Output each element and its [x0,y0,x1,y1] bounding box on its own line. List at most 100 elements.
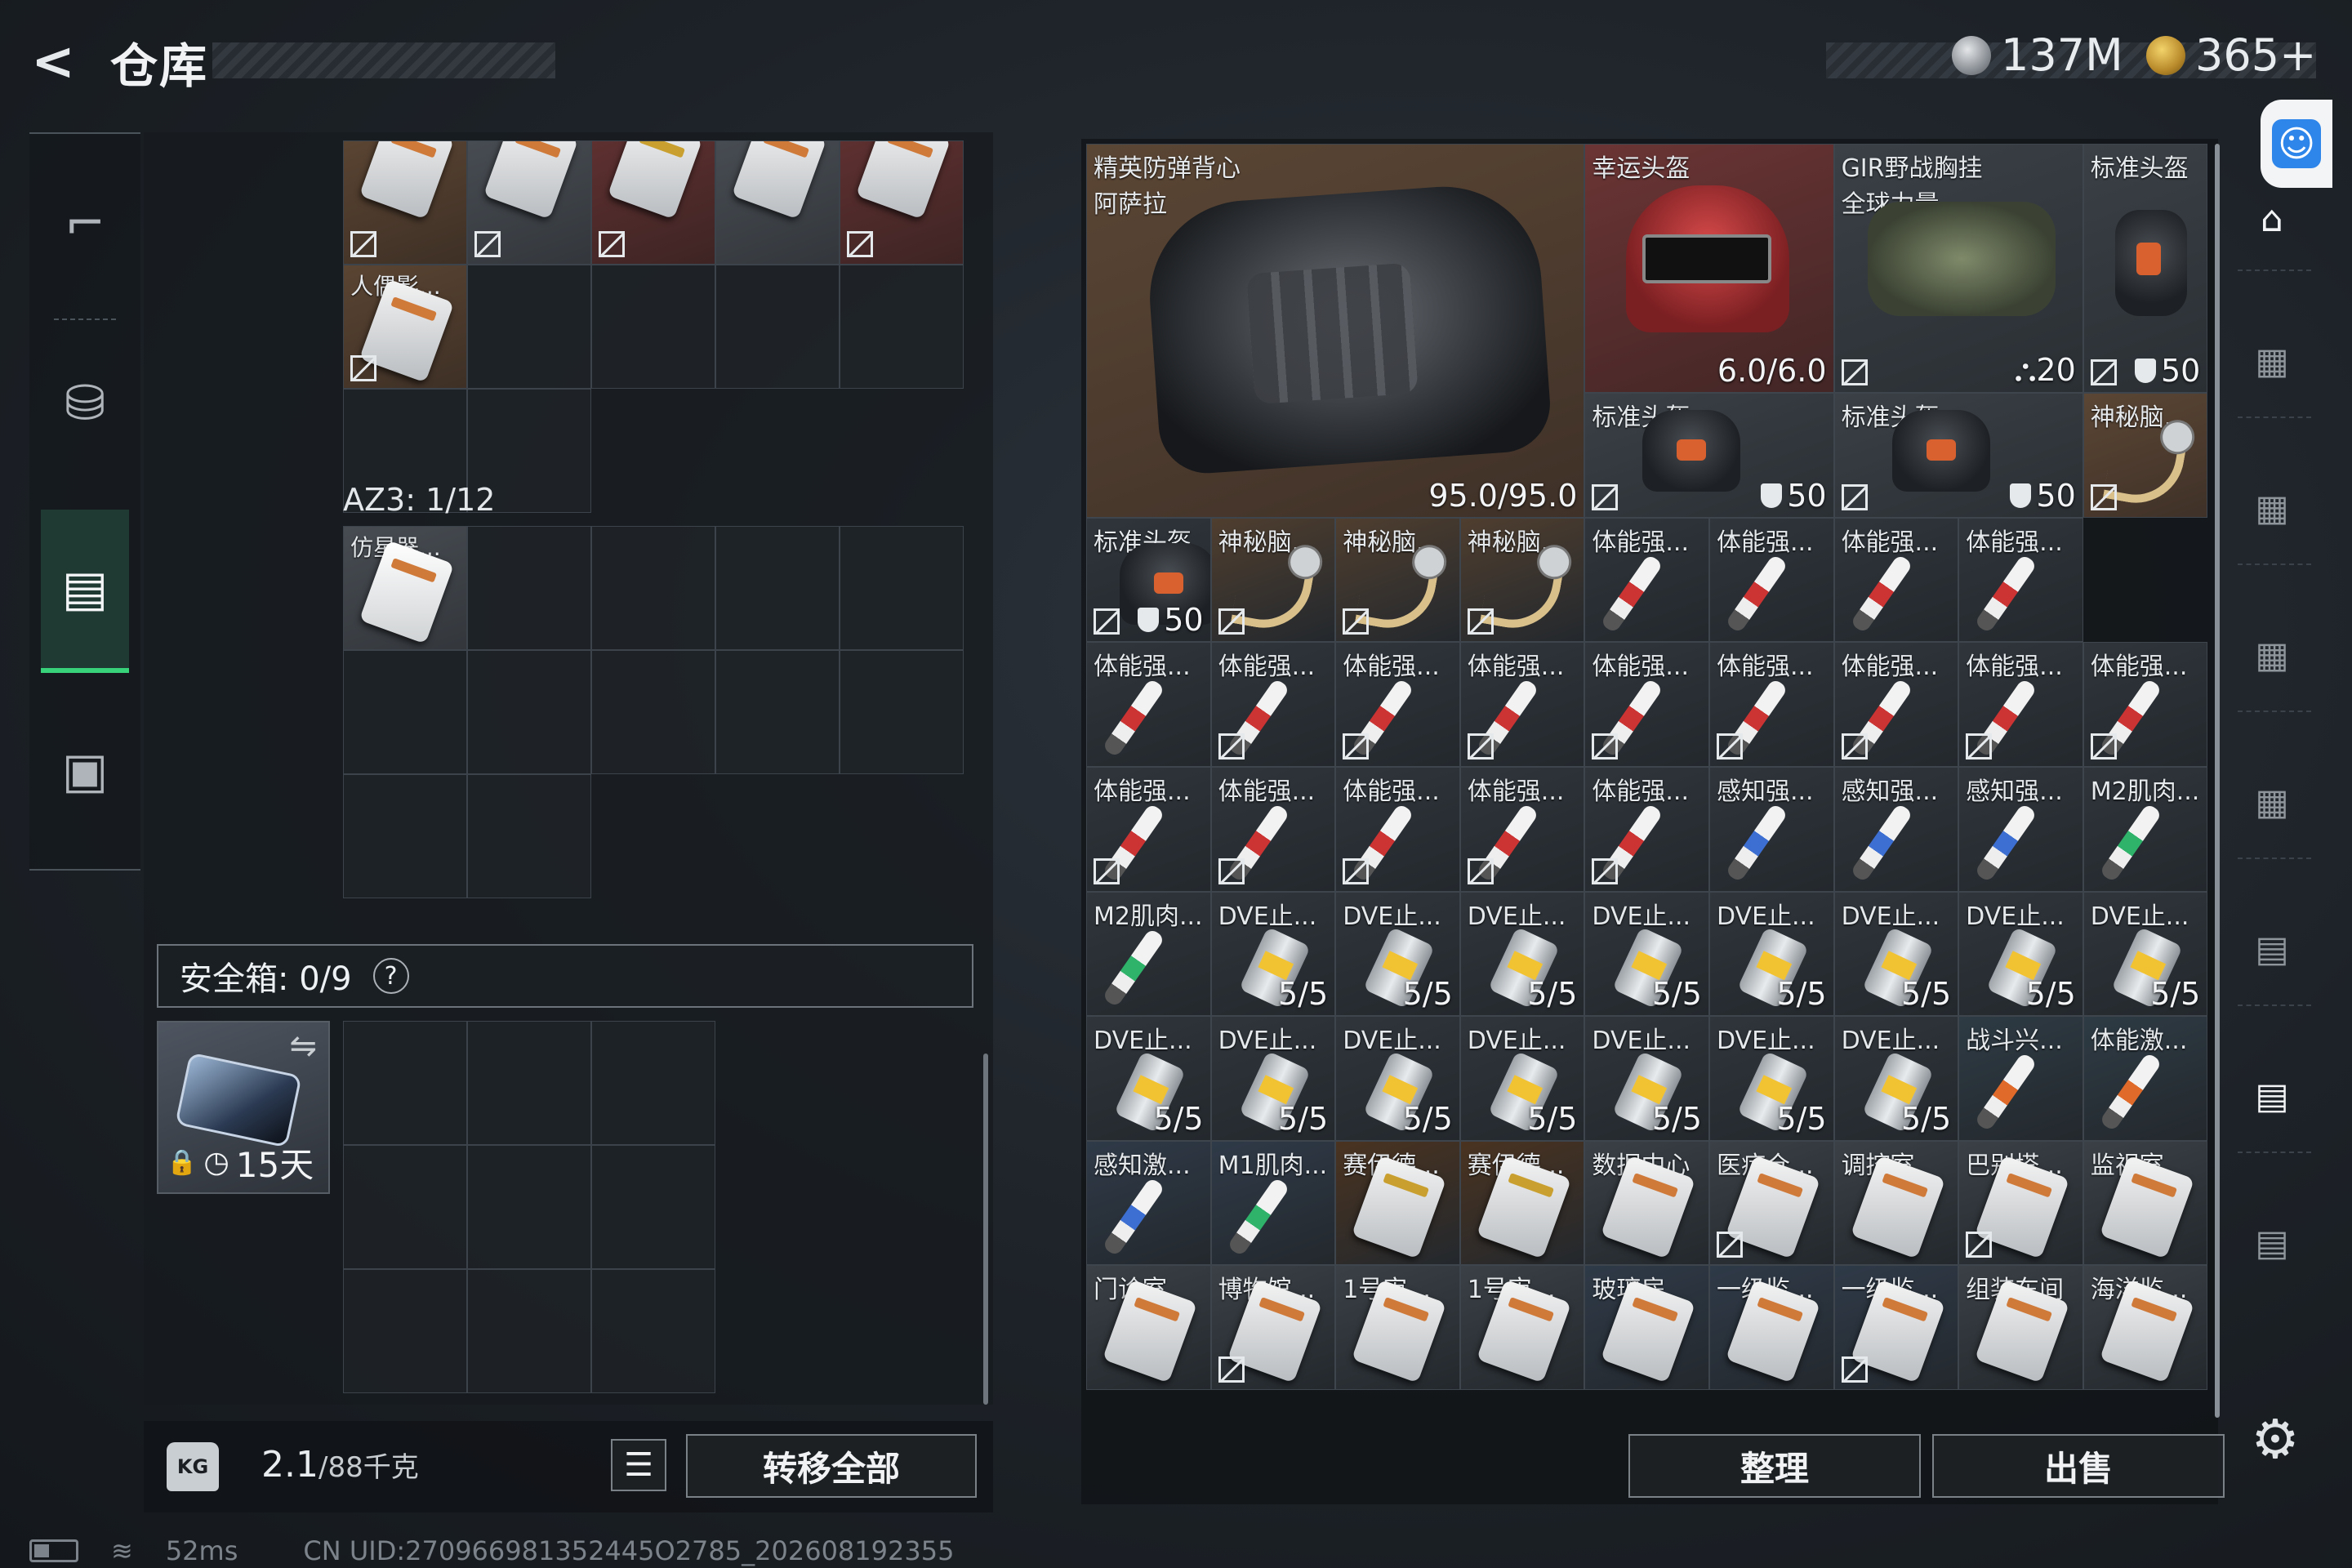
inventory-item[interactable]: 体能强... [1210,642,1336,767]
item-chest-rig[interactable]: GIR野战胸挂 全球力量 ⛬20 [1833,144,2083,394]
inventory-item[interactable]: DVE止... 5/5 [1708,1016,1834,1141]
inventory-item[interactable]: 1号审... [1335,1265,1460,1390]
inventory-item[interactable]: 赛伊德... [1459,1140,1585,1266]
inventory-item[interactable]: M2肌肉... [1086,891,1211,1017]
grid-cell[interactable] [343,1269,467,1393]
inventory-item[interactable]: 体能强... [1958,642,2083,767]
inventory-item[interactable]: 体能强... [1833,517,1959,643]
inventory-item[interactable]: 体能强... [1958,517,2083,643]
grid-cell[interactable] [715,265,840,389]
inventory-item[interactable]: 海洋监... [2082,1265,2208,1390]
inventory-item[interactable]: DVE止... 5/5 [1210,1016,1336,1141]
grid-cell[interactable] [715,650,840,774]
inventory-item[interactable]: 体能强... [1584,766,1709,892]
inventory-item[interactable]: 神秘脑... [1210,517,1336,643]
inventory-item[interactable]: DVE止... 5/5 [1833,1016,1959,1141]
inventory-item[interactable]: 一级监... [1708,1265,1834,1390]
nav-backpack[interactable]: ⛁ [41,322,129,485]
sell-button[interactable]: 出售 [1932,1434,2225,1498]
grid-cell[interactable] [591,650,715,774]
grid-item[interactable]: 仿星器... [343,526,467,650]
grid-cell[interactable] [343,1145,467,1269]
inventory-item[interactable]: 1号审... [1459,1265,1585,1390]
inventory-item[interactable]: 门诊室 [1086,1265,1211,1390]
item-standard-helmet[interactable]: 标准头盔 50 [1833,393,2083,518]
grid-cell[interactable] [467,265,591,389]
inventory-item[interactable]: 战斗兴... [1958,1016,2083,1141]
inventory-item[interactable]: 感知强... [1958,766,2083,892]
inventory-item[interactable]: 体能强... [1335,766,1460,892]
grid-cell[interactable] [715,526,840,650]
grid-cell[interactable] [591,140,715,265]
inventory-item[interactable]: 体能强... [1459,766,1585,892]
inventory-item[interactable]: 体能强... [1086,766,1211,892]
grid-cell[interactable] [840,650,964,774]
inventory-item[interactable]: 调控室 [1833,1140,1959,1266]
grid-cell[interactable] [591,1269,715,1393]
grid-cell[interactable] [343,650,467,774]
inventory-item[interactable]: 体能强... [2082,642,2208,767]
inventory-item[interactable]: 体能强... [1584,642,1709,767]
inventory-item[interactable]: 体能强... [1335,642,1460,767]
nav-weapons[interactable]: ⌐ [41,142,129,305]
inventory-item[interactable]: 监视室 [2082,1140,2208,1266]
left-scrollbar[interactable] [983,1054,988,1405]
inventory-item[interactable]: DVE止... 5/5 [2082,891,2208,1017]
grid-cell[interactable] [840,265,964,389]
inventory-item[interactable]: 体能激... [2082,1016,2208,1141]
stash-page-4-icon[interactable]: ▦ [2246,776,2298,828]
inventory-item[interactable]: 神秘脑... [1459,517,1585,643]
inventory-item[interactable]: DVE止... 5/5 [1833,891,1959,1017]
inventory-item[interactable]: M2肌肉... [2082,766,2208,892]
stash-page-1-icon[interactable]: ▦ [2246,335,2298,387]
inventory-item[interactable]: 体能强... [1708,642,1834,767]
grid-cell[interactable] [467,140,591,265]
grid-cell[interactable] [343,774,467,898]
inventory-item[interactable]: 体能强... [1833,642,1959,767]
help-icon[interactable]: ? [372,958,409,994]
inventory-item[interactable]: 一级监... [1833,1265,1959,1390]
inventory-scrollbar[interactable] [2215,144,2220,1418]
accessibility-button[interactable]: ☺ [2261,100,2332,188]
inventory-item[interactable]: DVE止... 5/5 [1335,891,1460,1017]
inventory-item[interactable]: M1肌肉... [1210,1140,1336,1266]
grid-cell[interactable] [591,265,715,389]
inventory-item[interactable]: 感知激... [1086,1140,1211,1266]
stash-page-6-icon[interactable]: ▤ [2246,1070,2298,1122]
grid-cell[interactable] [467,526,591,650]
currency-gold[interactable]: 365+ [2146,29,2316,81]
stash-page-3-icon[interactable]: ▦ [2246,629,2298,681]
inventory-item[interactable]: 标准头盔 50 [1086,517,1211,643]
nav-briefcase[interactable]: ▣ [41,689,129,853]
grid-cell[interactable] [467,1145,591,1269]
inventory-item[interactable]: 体能强... [1459,642,1585,767]
stash-page-home-icon[interactable]: ⌂ [2246,193,2298,245]
item-lucky-helmet[interactable]: 幸运头盔 6.0/6.0 [1584,144,1834,394]
grid-cell[interactable] [591,526,715,650]
inventory-item[interactable]: 医疗仓... [1708,1140,1834,1266]
inventory-item[interactable]: 体能强... [1708,517,1834,643]
transfer-all-button[interactable]: 转移全部 [686,1434,977,1498]
sort-button[interactable]: 整理 [1628,1434,1921,1498]
inventory-item[interactable]: DVE止... 5/5 [1459,1016,1585,1141]
inventory-item[interactable]: 巴别塔... [1958,1140,2083,1266]
inventory-item[interactable]: DVE止... 5/5 [1708,891,1834,1017]
inventory-item[interactable]: 体能强... [1210,766,1336,892]
swap-icon[interactable]: ⇋ [289,1027,317,1065]
inventory-item[interactable]: DVE止... 5/5 [1584,1016,1709,1141]
grid-cell[interactable] [467,1269,591,1393]
inventory-item[interactable]: 神秘脑... [1335,517,1460,643]
stash-page-7-icon[interactable]: ▤ [2246,1217,2298,1269]
grid-cell[interactable] [467,650,591,774]
inventory-item[interactable]: DVE止... 5/5 [1459,891,1585,1017]
back-button[interactable]: < [24,29,82,95]
inventory-item[interactable]: 体能强... [1584,517,1709,643]
grid-cell[interactable] [343,140,467,265]
inventory-item[interactable]: 数据中心 [1584,1140,1709,1266]
inventory-item[interactable]: 玻璃房 [1584,1265,1709,1390]
safe-box-item[interactable]: ⇋ 🔒 ◷ 15天 [157,1021,330,1194]
inventory-item[interactable]: 博物馆... [1210,1265,1336,1390]
grid-cell[interactable] [591,1021,715,1145]
inventory-item[interactable]: DVE止... 5/5 [1335,1016,1460,1141]
inventory-item[interactable]: 组装车间 [1958,1265,2083,1390]
